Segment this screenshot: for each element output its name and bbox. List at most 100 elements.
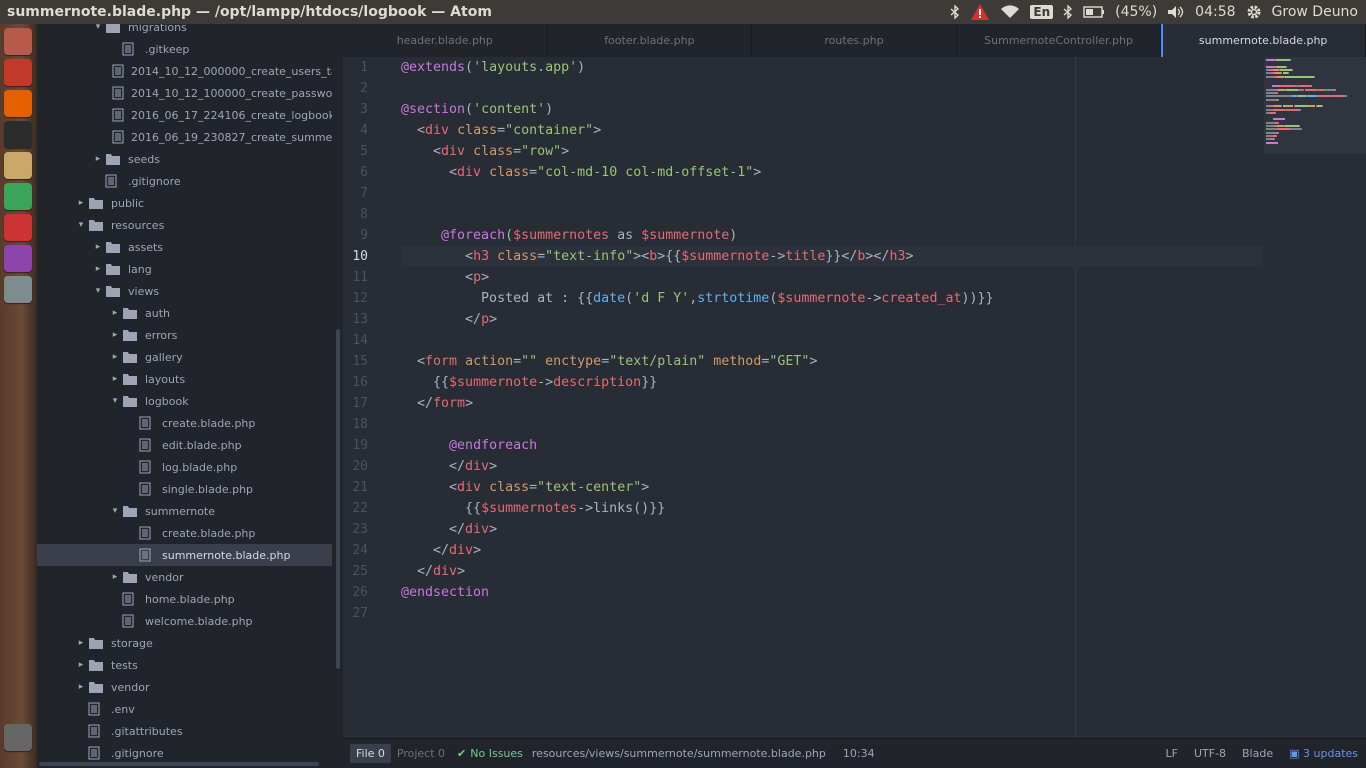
code-line[interactable]: </div> bbox=[401, 561, 465, 582]
tree-folder[interactable]: ▾ resources bbox=[37, 214, 332, 236]
tree-file[interactable]: create.blade.php bbox=[37, 522, 332, 544]
tree-folder[interactable]: ▸ vendor bbox=[37, 566, 332, 588]
tab-footer-blade-php[interactable]: footer.blade.php bbox=[548, 24, 753, 57]
tab-summernote-blade-php[interactable]: summernote.blade.php bbox=[1161, 24, 1366, 57]
line-number[interactable]: 13 bbox=[338, 309, 368, 330]
line-number-gutter[interactable]: 1 2 3 4 5 6 7 8 9 10 11 12 13 14 15 16 17 18 19 20 21 22 23 24 2… bbox=[343, 57, 388, 738]
bluetooth-status-icon[interactable] bbox=[1063, 2, 1073, 22]
code-line[interactable]: <div class="container"> bbox=[401, 120, 601, 141]
package-updates[interactable]: ▣ 3 updates bbox=[1289, 747, 1358, 760]
tree-file[interactable]: .gitignore bbox=[37, 170, 332, 192]
line-number[interactable]: 26 bbox=[338, 582, 368, 603]
code-line[interactable]: {{$summernotes->links()}} bbox=[401, 498, 665, 519]
file-encoding[interactable]: UTF-8 bbox=[1194, 747, 1226, 760]
battery-icon[interactable] bbox=[1083, 2, 1105, 22]
code-line[interactable]: @endforeach bbox=[401, 435, 537, 456]
code-line[interactable]: </div> bbox=[401, 540, 481, 561]
terminal-icon[interactable] bbox=[4, 121, 32, 148]
tree-folder[interactable]: ▾ logbook bbox=[37, 390, 332, 412]
tree-file[interactable]: 2014_10_12_100000_create_password_r bbox=[37, 82, 332, 104]
line-number[interactable]: 5 bbox=[338, 141, 368, 162]
wifi-icon[interactable] bbox=[1000, 2, 1020, 22]
line-number[interactable]: 16 bbox=[338, 372, 368, 393]
cursor-position[interactable]: 10:34 bbox=[843, 747, 875, 760]
tree-file[interactable]: log.blade.php bbox=[37, 456, 332, 478]
firefox-icon[interactable] bbox=[4, 90, 32, 117]
line-number[interactable]: 15 bbox=[338, 351, 368, 372]
grammar-selector[interactable]: Blade bbox=[1242, 747, 1273, 760]
tree-folder[interactable]: ▸ errors bbox=[37, 324, 332, 346]
line-number[interactable]: 12 bbox=[338, 288, 368, 309]
tree-file[interactable]: welcome.blade.php bbox=[37, 610, 332, 632]
line-number[interactable]: 8 bbox=[338, 204, 368, 225]
tab-header-blade-php[interactable]: header.blade.php bbox=[343, 24, 548, 57]
project-issues-tab[interactable]: Project 0 bbox=[391, 744, 451, 763]
warning-icon[interactable] bbox=[970, 2, 990, 22]
code-line[interactable]: <form action="" enctype="text/plain" met… bbox=[401, 351, 817, 372]
line-number[interactable]: 19 bbox=[338, 435, 368, 456]
tree-folder[interactable]: ▸ storage bbox=[37, 632, 332, 654]
tree-file[interactable]: create.blade.php bbox=[37, 412, 332, 434]
tree-file[interactable]: edit.blade.php bbox=[37, 434, 332, 456]
code-line[interactable]: @endsection bbox=[401, 582, 489, 603]
gear-icon[interactable] bbox=[1246, 2, 1262, 22]
tree-folder[interactable]: ▾ summernote bbox=[37, 500, 332, 522]
ubuntu-dash-icon[interactable] bbox=[4, 28, 32, 55]
code-line[interactable]: @extends('layouts.app') bbox=[401, 57, 585, 78]
code-line[interactable]: @section('content') bbox=[401, 99, 553, 120]
line-number[interactable]: 1 bbox=[338, 57, 368, 78]
line-number[interactable]: 17 bbox=[338, 393, 368, 414]
code-line[interactable]: @foreach($summernotes as $summernote) bbox=[401, 225, 737, 246]
code-line[interactable]: </form> bbox=[401, 393, 473, 414]
tree-file[interactable]: single.blade.php bbox=[37, 478, 332, 500]
screenshot-icon[interactable] bbox=[4, 276, 32, 303]
tree-folder[interactable]: ▸ auth bbox=[37, 302, 332, 324]
files-icon[interactable] bbox=[4, 59, 32, 86]
tree-folder[interactable]: ▸ vendor bbox=[37, 676, 332, 698]
minimap[interactable] bbox=[1264, 57, 1366, 154]
code-line[interactable]: <p> bbox=[401, 267, 489, 288]
tree-folder[interactable]: ▸ assets bbox=[37, 236, 332, 258]
line-number[interactable]: 22 bbox=[338, 498, 368, 519]
tree-folder[interactable]: ▸ public bbox=[37, 192, 332, 214]
line-number[interactable]: 4 bbox=[338, 120, 368, 141]
code-line[interactable]: {{$summernote->description}} bbox=[401, 372, 657, 393]
browser-icon[interactable] bbox=[4, 183, 32, 210]
line-number[interactable]: 11 bbox=[338, 267, 368, 288]
line-number[interactable]: 20 bbox=[338, 456, 368, 477]
bluetooth-icon[interactable] bbox=[950, 2, 960, 22]
tree-folder[interactable]: ▾ migrations bbox=[37, 24, 332, 38]
media-icon[interactable] bbox=[4, 245, 32, 272]
clock[interactable]: 04:58 bbox=[1195, 4, 1235, 20]
code-line[interactable]: <div class="col-md-10 col-md-offset-1"> bbox=[401, 162, 761, 183]
line-number[interactable]: 25 bbox=[338, 561, 368, 582]
linter-status[interactable]: No Issues bbox=[470, 747, 523, 760]
code-line[interactable]: <h3 class="text-info"><b>{{$summernote->… bbox=[401, 246, 913, 267]
file-issues-tab[interactable]: File 0 bbox=[350, 744, 391, 763]
file-path[interactable]: resources/views/summernote/summernote.bl… bbox=[532, 747, 826, 760]
tree-folder[interactable]: ▸ gallery bbox=[37, 346, 332, 368]
code-line[interactable]: Posted at : {{date('d F Y',strtotime($su… bbox=[401, 288, 993, 309]
code-line[interactable]: <div class="row"> bbox=[401, 141, 569, 162]
volume-icon[interactable] bbox=[1167, 2, 1185, 22]
tree-folder[interactable]: ▾ views bbox=[37, 280, 332, 302]
line-number[interactable]: 27 bbox=[338, 603, 368, 624]
line-number[interactable]: 23 bbox=[338, 519, 368, 540]
code-line[interactable]: </div> bbox=[401, 519, 497, 540]
line-ending[interactable]: LF bbox=[1165, 747, 1177, 760]
line-number[interactable]: 21 bbox=[338, 477, 368, 498]
line-number[interactable]: 10 bbox=[338, 246, 368, 267]
code-line[interactable]: <div class="text-center"> bbox=[401, 477, 649, 498]
project-tree[interactable]: ▾ migrations .gitkeep 2014_10_12_000000_cre… bbox=[37, 24, 343, 768]
tree-file[interactable]: .gitattributes bbox=[37, 720, 332, 742]
code-line[interactable]: </p> bbox=[401, 309, 497, 330]
keyboard-layout-indicator[interactable]: En bbox=[1030, 5, 1054, 19]
tree-file[interactable]: .env bbox=[37, 698, 332, 720]
document-viewer-icon[interactable] bbox=[4, 214, 32, 241]
tree-file[interactable]: 2016_06_19_230827_create_summernot bbox=[37, 126, 332, 148]
tree-file[interactable]: 2014_10_12_000000_create_users_table bbox=[37, 60, 332, 82]
tree-folder[interactable]: ▸ layouts bbox=[37, 368, 332, 390]
trash-icon[interactable] bbox=[4, 724, 32, 751]
tree-file[interactable]: .gitignore bbox=[37, 742, 332, 764]
line-number[interactable]: 18 bbox=[338, 414, 368, 435]
